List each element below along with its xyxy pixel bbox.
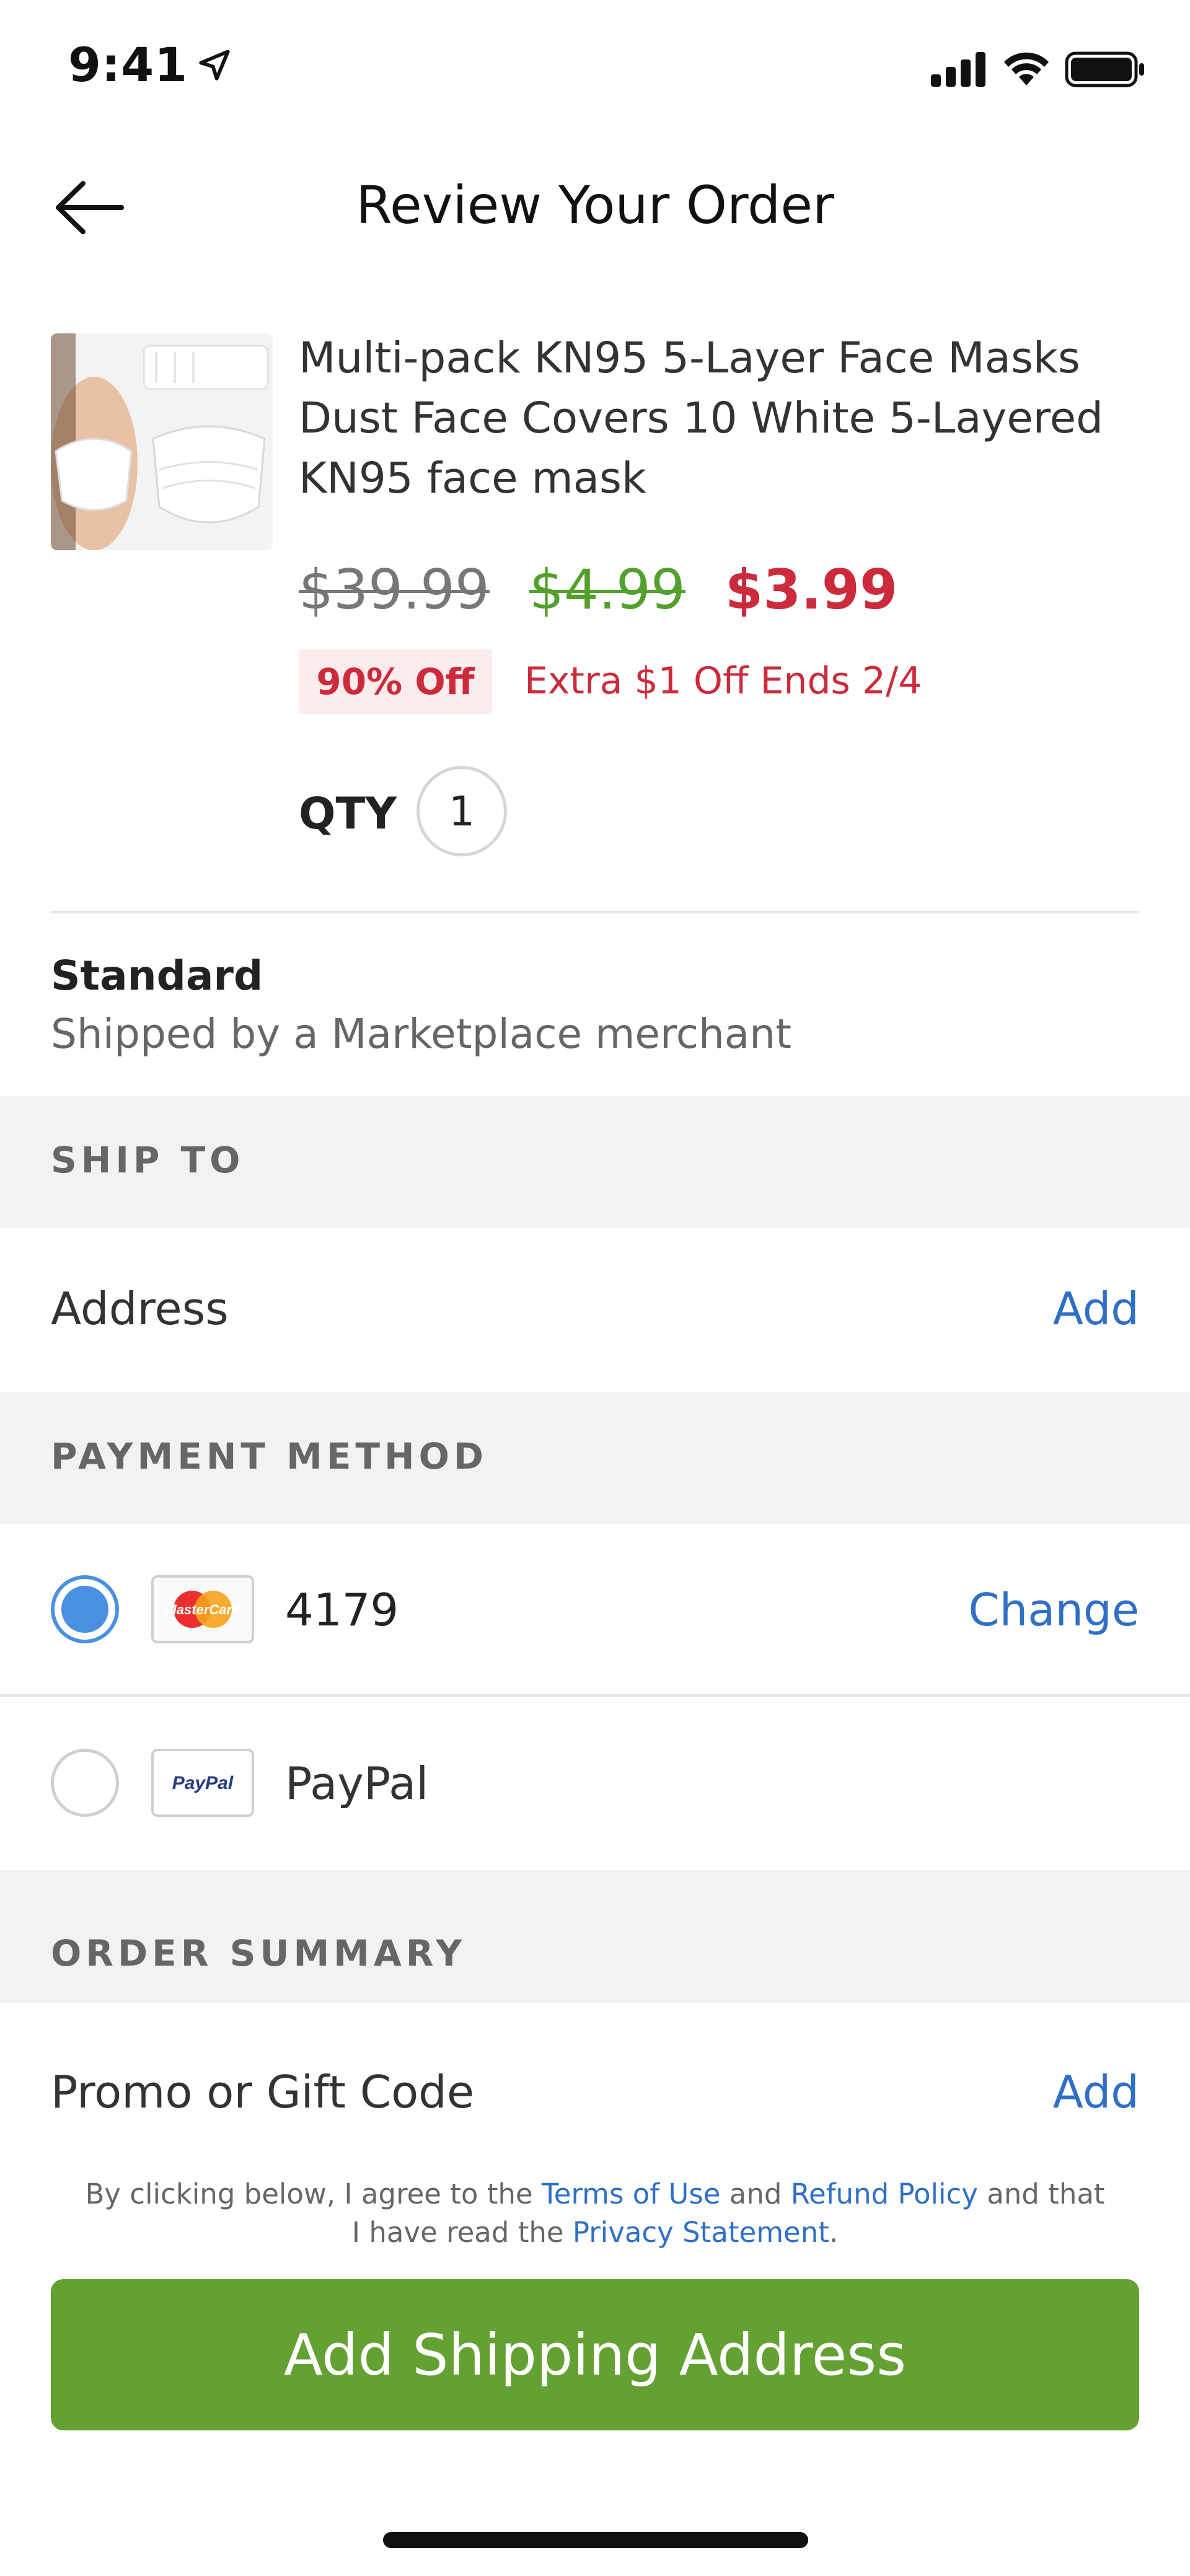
discount-badge: 90% Off: [299, 649, 492, 714]
paypal-radio-button[interactable]: [51, 1749, 119, 1817]
add-shipping-address-button[interactable]: Add Shipping Address: [51, 2279, 1139, 2430]
divider: [51, 911, 1139, 913]
promo-code-label: Promo or Gift Code: [51, 2066, 475, 2118]
page-title: Review Your Order: [356, 175, 834, 235]
change-card-link[interactable]: Change: [968, 1584, 1139, 1636]
ship-to-label: SHIP TO: [51, 1139, 245, 1181]
qty-label: QTY: [299, 788, 397, 839]
qty-selector[interactable]: 1: [416, 766, 507, 856]
address-label: Address: [51, 1283, 229, 1335]
cellular-signal-icon: [931, 52, 985, 87]
order-summary-label: ORDER SUMMARY: [51, 1932, 467, 1974]
paypal-label: PayPal: [285, 1757, 429, 1809]
legal-and: and: [720, 2178, 791, 2210]
product-image: [51, 333, 273, 550]
product-title[interactable]: Multi-pack KN95 5-Layer Face Masks Dust …: [299, 328, 1135, 509]
legal-prefix: By clicking below, I agree to the: [85, 2178, 542, 2210]
card-radio-button[interactable]: [51, 1575, 119, 1643]
order-summary-section-header: ORDER SUMMARY: [0, 1870, 1190, 2003]
terms-of-use-link[interactable]: Terms of Use: [542, 2178, 721, 2210]
status-bar-time: 9:41: [68, 37, 232, 92]
payment-method-section-header: PAYMENT METHOD: [0, 1392, 1190, 1524]
refund-policy-link[interactable]: Refund Policy: [791, 2178, 978, 2210]
wifi-icon: [1004, 52, 1049, 86]
radio-selected-dot: [61, 1586, 108, 1633]
legal-disclaimer: By clicking below, I agree to the Terms …: [81, 2175, 1109, 2252]
status-time-text: 9:41: [68, 37, 188, 92]
price-sale: $4.99: [529, 558, 685, 622]
price-original: $39.99: [299, 558, 490, 622]
location-arrow-icon: [199, 49, 230, 81]
product-thumbnail[interactable]: [51, 333, 273, 550]
shipping-method-subtitle: Shipped by a Marketplace merchant: [51, 1010, 791, 1058]
battery-icon: [1065, 51, 1144, 87]
promo-text: Extra $1 Off Ends 2/4: [524, 659, 922, 703]
mastercard-icon-text: MasterCard: [165, 1602, 240, 1617]
privacy-statement-link[interactable]: Privacy Statement: [573, 2216, 829, 2249]
status-bar-indicators: [931, 51, 1145, 88]
add-promo-link[interactable]: Add: [1053, 2066, 1139, 2118]
mastercard-icon: MasterCard: [151, 1575, 254, 1643]
card-last4: 4179: [285, 1584, 399, 1636]
payment-method-label: PAYMENT METHOD: [51, 1435, 488, 1477]
paypal-icon: PayPal: [151, 1749, 254, 1817]
paypal-icon-text: PayPal: [172, 1773, 234, 1793]
legal-suffix: .: [829, 2216, 839, 2249]
shipping-method-title: Standard: [51, 952, 263, 1000]
ship-to-section-header: SHIP TO: [0, 1096, 1190, 1228]
price-final: $3.99: [725, 558, 898, 622]
home-indicator: [383, 2532, 808, 2548]
price-row: $39.99 $4.99 $3.99: [299, 558, 897, 622]
add-address-link[interactable]: Add: [1053, 1283, 1139, 1335]
divider: [0, 1694, 1190, 1697]
